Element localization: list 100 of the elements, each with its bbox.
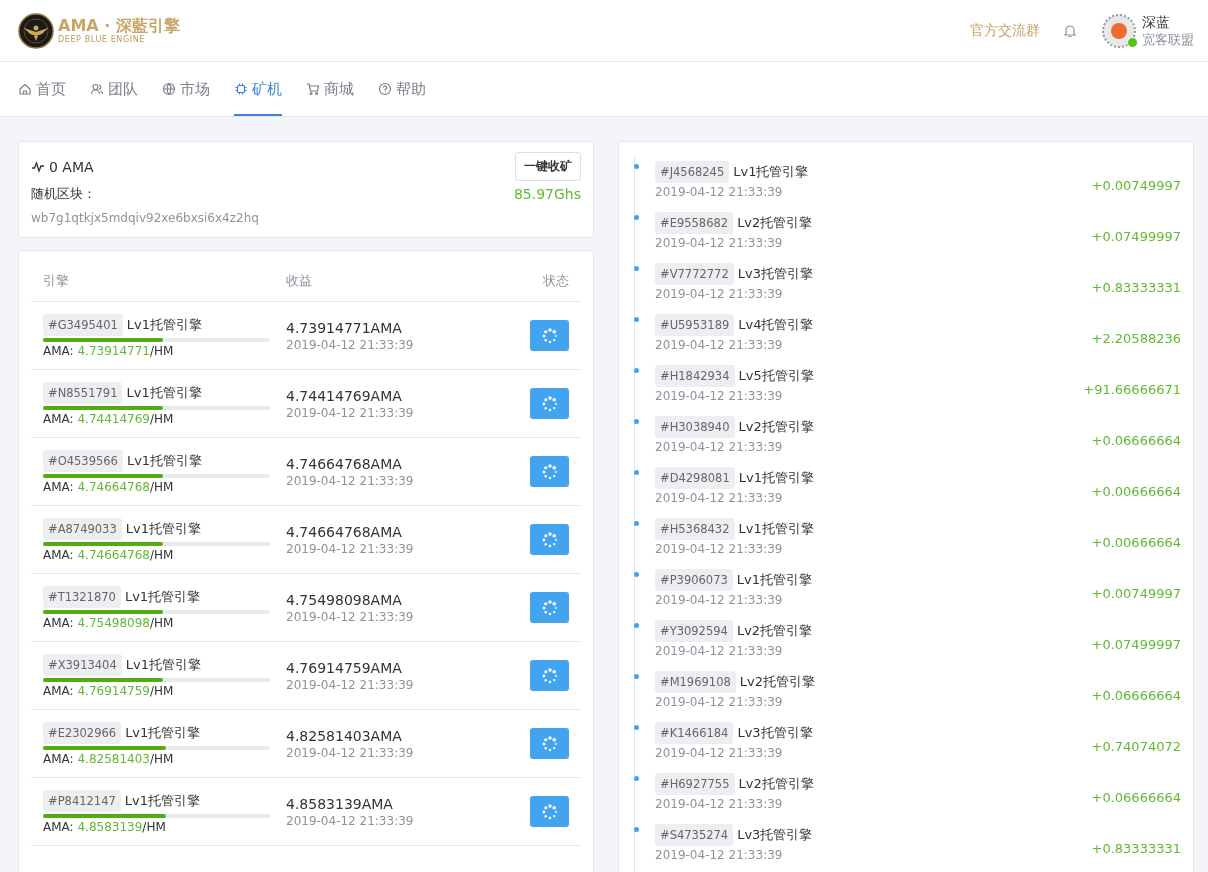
- timeline-dot-icon: [634, 215, 639, 220]
- engine-name: Lv3托管引擎: [737, 723, 813, 742]
- engine-name: Lv3托管引擎: [737, 264, 813, 283]
- engine-name: Lv4托管引擎: [738, 315, 814, 334]
- rate-value: 4.74664768: [77, 547, 150, 562]
- avatar[interactable]: [1102, 13, 1136, 48]
- engine-name: Lv1托管引擎: [124, 791, 200, 810]
- engine-tag: #U5953189: [655, 313, 735, 336]
- earning-amount: +0.83333331: [1091, 841, 1181, 856]
- engine-name: Lv2托管引擎: [738, 774, 814, 793]
- engine-tag: #X3913404: [43, 653, 122, 676]
- timestamp: 2019-04-12 21:33:39: [286, 405, 415, 420]
- income: 4.8583139AMA: [286, 795, 394, 812]
- engine-name: Lv1托管引擎: [125, 723, 201, 742]
- rate-unit: /HM: [149, 411, 174, 426]
- rate-value: 4.8583139: [77, 819, 143, 834]
- timeline-dot-icon: [634, 419, 639, 424]
- engine-tag: #N8551791: [43, 381, 123, 404]
- pulse-icon: [31, 159, 45, 174]
- timestamp: 2019-04-12 21:33:39: [286, 813, 415, 828]
- engine-tag: #H5368432: [655, 517, 735, 540]
- engine-name: Lv2托管引擎: [739, 672, 815, 691]
- income: 4.82581403AMA: [286, 727, 403, 744]
- engine-tag: #G3495401: [43, 313, 123, 336]
- timeline-dot-icon: [634, 827, 639, 832]
- timeline-dot-icon: [634, 317, 639, 322]
- globe-icon: [162, 82, 176, 96]
- nav-tab[interactable]: 矿机: [234, 62, 282, 116]
- engine-tag: #J4568245: [655, 160, 730, 183]
- engine-tag: #H3038940: [655, 415, 735, 438]
- nav-tab[interactable]: 商城: [306, 62, 354, 116]
- people-icon: [90, 82, 104, 96]
- status-button[interactable]: [530, 320, 569, 351]
- chip-icon: [234, 82, 248, 96]
- engine-tag: #S4735274: [655, 823, 734, 846]
- timestamp: 2019-04-12 21:33:39: [655, 847, 784, 862]
- earning-amount: +0.07499997: [1091, 637, 1181, 652]
- income: 4.76914759AMA: [286, 659, 403, 676]
- earning-amount: +0.07499997: [1091, 229, 1181, 244]
- earning-amount: +0.00749997: [1091, 178, 1181, 193]
- help-icon: [378, 82, 392, 96]
- column-header: 引擎: [42, 272, 70, 290]
- engine-name: Lv1托管引擎: [125, 519, 201, 538]
- engine-name: Lv1托管引擎: [126, 315, 202, 334]
- earning-amount: +0.00666664: [1091, 535, 1181, 550]
- earning-amount: +0.00749997: [1091, 586, 1181, 601]
- engine-name: Lv1托管引擎: [738, 519, 814, 538]
- cart-icon: [306, 82, 320, 96]
- engine-tag: #D4298081: [655, 466, 735, 489]
- status-button[interactable]: [530, 728, 569, 759]
- earning-amount: +0.06666664: [1091, 688, 1181, 703]
- earning-amount: +0.00666664: [1091, 484, 1181, 499]
- spinner-icon: [540, 462, 559, 481]
- logo-title: AMA · 深藍引擎: [58, 16, 180, 35]
- rate-value: 4.74664768: [77, 479, 150, 494]
- bell-icon[interactable]: [1062, 22, 1078, 39]
- rate-label: AMA:: [43, 683, 74, 698]
- logo-icon: [18, 12, 54, 49]
- nav-tab[interactable]: 帮助: [378, 62, 426, 116]
- rate-value: 4.75498098: [77, 615, 150, 630]
- column-header: 收益: [286, 272, 313, 290]
- income: 4.73914771AMA: [286, 319, 403, 336]
- spinner-icon: [540, 734, 559, 753]
- rate-label: AMA:: [43, 411, 74, 426]
- earning-amount: +0.83333331: [1091, 280, 1181, 295]
- rate-unit: /HM: [149, 751, 174, 766]
- status-button[interactable]: [530, 660, 569, 691]
- nav-tab[interactable]: 首页: [18, 62, 66, 116]
- engine-tag: #P3906073: [655, 568, 733, 591]
- nav-tab[interactable]: 市场: [162, 62, 210, 116]
- timeline-dot-icon: [634, 572, 639, 577]
- group-link[interactable]: 官方交流群: [970, 21, 1040, 40]
- status-button[interactable]: [530, 796, 569, 827]
- earning-amount: +0.06666664: [1091, 433, 1181, 448]
- rate-unit: /HM: [149, 683, 174, 698]
- nav-tab[interactable]: 团队: [90, 62, 138, 116]
- status-button[interactable]: [530, 592, 569, 623]
- home-icon: [18, 82, 32, 96]
- timestamp: 2019-04-12 21:33:39: [655, 490, 784, 505]
- engine-tag: #M1969108: [655, 670, 736, 693]
- engine-name: Lv1托管引擎: [125, 655, 201, 674]
- rate-unit: /HM: [149, 343, 174, 358]
- block-hash: wb7g1qtkjx5mdqiv92xe6bxsi6x4z2hq: [31, 211, 260, 225]
- status-button[interactable]: [530, 524, 569, 555]
- rate-label: AMA:: [43, 751, 74, 766]
- rate-unit: /HM: [149, 615, 174, 630]
- rate-label: AMA:: [43, 615, 74, 630]
- collect-button[interactable]: 一键收矿: [515, 152, 581, 181]
- timeline-dot-icon: [634, 470, 639, 475]
- rate-label: AMA:: [43, 547, 74, 562]
- earning-amount: +0.06666664: [1091, 790, 1181, 805]
- status-button[interactable]: [530, 456, 569, 487]
- engine-tag: #Y3092594: [655, 619, 733, 642]
- engine-tag: #E9558682: [655, 211, 734, 234]
- status-button[interactable]: [530, 388, 569, 419]
- rate-value: 4.82581403: [77, 751, 150, 766]
- engine-tag: #P8412147: [43, 789, 121, 812]
- timestamp: 2019-04-12 21:33:39: [286, 337, 415, 352]
- timeline-dot-icon: [634, 674, 639, 679]
- balance: 0 AMA: [49, 158, 94, 175]
